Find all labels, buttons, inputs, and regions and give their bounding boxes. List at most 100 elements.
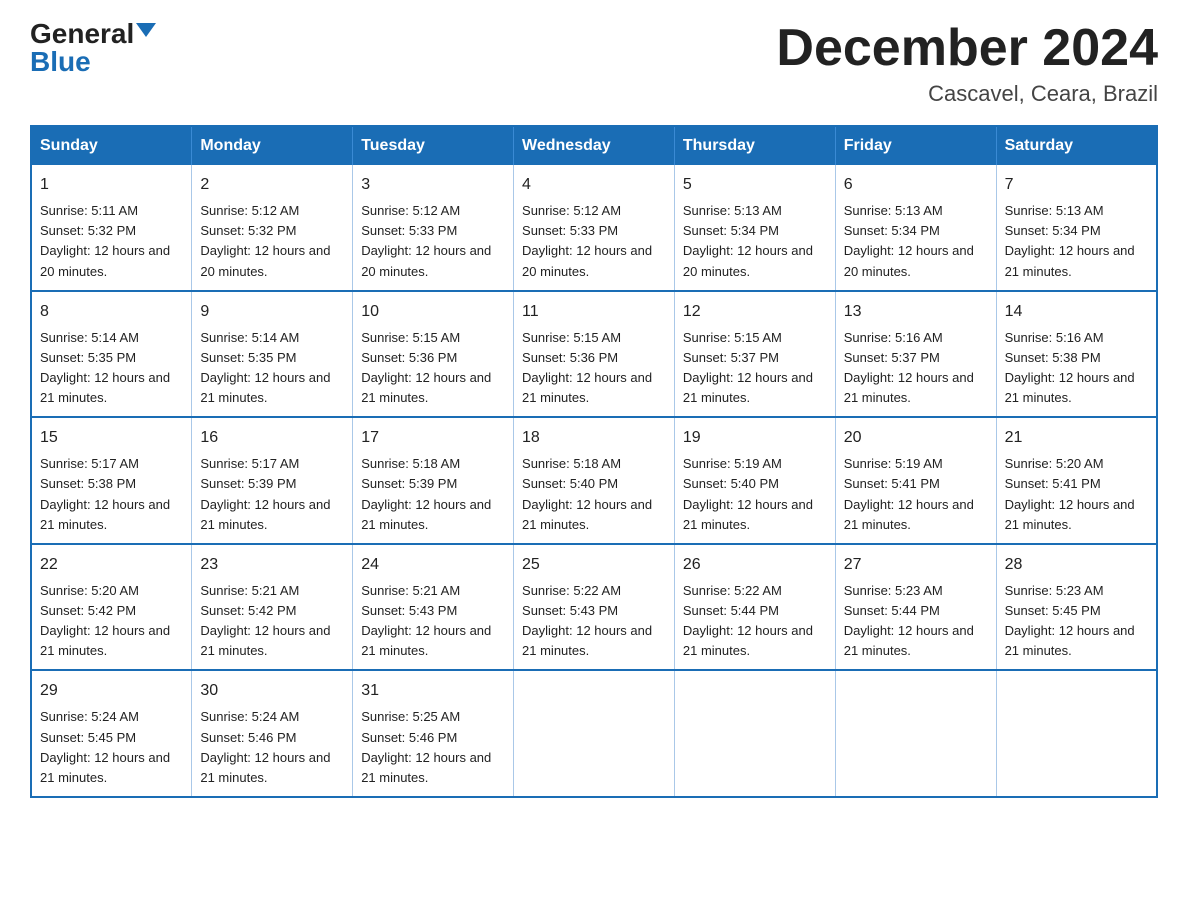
calendar-cell: 9 Sunrise: 5:14 AMSunset: 5:35 PMDayligh… xyxy=(192,291,353,418)
day-info: Sunrise: 5:17 AMSunset: 5:38 PMDaylight:… xyxy=(40,454,183,535)
day-info: Sunrise: 5:13 AMSunset: 5:34 PMDaylight:… xyxy=(1005,201,1148,282)
calendar-cell: 29 Sunrise: 5:24 AMSunset: 5:45 PMDaylig… xyxy=(31,670,192,797)
day-number: 4 xyxy=(522,173,666,197)
calendar-cell: 15 Sunrise: 5:17 AMSunset: 5:38 PMDaylig… xyxy=(31,417,192,544)
header-thursday: Thursday xyxy=(674,126,835,165)
day-info: Sunrise: 5:15 AMSunset: 5:36 PMDaylight:… xyxy=(522,328,666,409)
calendar-cell: 14 Sunrise: 5:16 AMSunset: 5:38 PMDaylig… xyxy=(996,291,1157,418)
calendar-cell: 17 Sunrise: 5:18 AMSunset: 5:39 PMDaylig… xyxy=(353,417,514,544)
calendar-cell xyxy=(996,670,1157,797)
week-row-2: 8 Sunrise: 5:14 AMSunset: 5:35 PMDayligh… xyxy=(31,291,1157,418)
day-info: Sunrise: 5:14 AMSunset: 5:35 PMDaylight:… xyxy=(200,328,344,409)
logo-blue: Blue xyxy=(30,48,91,76)
day-info: Sunrise: 5:23 AMSunset: 5:45 PMDaylight:… xyxy=(1005,581,1148,662)
day-number: 30 xyxy=(200,679,344,703)
day-info: Sunrise: 5:19 AMSunset: 5:41 PMDaylight:… xyxy=(844,454,988,535)
day-info: Sunrise: 5:21 AMSunset: 5:42 PMDaylight:… xyxy=(200,581,344,662)
day-info: Sunrise: 5:17 AMSunset: 5:39 PMDaylight:… xyxy=(200,454,344,535)
calendar-cell xyxy=(835,670,996,797)
day-number: 13 xyxy=(844,300,988,324)
day-info: Sunrise: 5:11 AMSunset: 5:32 PMDaylight:… xyxy=(40,201,183,282)
day-info: Sunrise: 5:18 AMSunset: 5:40 PMDaylight:… xyxy=(522,454,666,535)
day-info: Sunrise: 5:15 AMSunset: 5:36 PMDaylight:… xyxy=(361,328,505,409)
header-sunday: Sunday xyxy=(31,126,192,165)
header-tuesday: Tuesday xyxy=(353,126,514,165)
header-wednesday: Wednesday xyxy=(514,126,675,165)
logo: General Blue xyxy=(30,20,156,76)
calendar-cell: 7 Sunrise: 5:13 AMSunset: 5:34 PMDayligh… xyxy=(996,165,1157,291)
calendar-cell: 26 Sunrise: 5:22 AMSunset: 5:44 PMDaylig… xyxy=(674,544,835,671)
day-number: 11 xyxy=(522,300,666,324)
calendar-header: SundayMondayTuesdayWednesdayThursdayFrid… xyxy=(31,126,1157,165)
calendar-cell: 1 Sunrise: 5:11 AMSunset: 5:32 PMDayligh… xyxy=(31,165,192,291)
day-number: 21 xyxy=(1005,426,1148,450)
calendar-cell: 31 Sunrise: 5:25 AMSunset: 5:46 PMDaylig… xyxy=(353,670,514,797)
day-number: 20 xyxy=(844,426,988,450)
day-number: 15 xyxy=(40,426,183,450)
header-friday: Friday xyxy=(835,126,996,165)
day-info: Sunrise: 5:24 AMSunset: 5:45 PMDaylight:… xyxy=(40,707,183,788)
day-number: 2 xyxy=(200,173,344,197)
day-number: 6 xyxy=(844,173,988,197)
day-number: 28 xyxy=(1005,553,1148,577)
calendar-table: SundayMondayTuesdayWednesdayThursdayFrid… xyxy=(30,125,1158,798)
calendar-cell: 28 Sunrise: 5:23 AMSunset: 5:45 PMDaylig… xyxy=(996,544,1157,671)
calendar-cell: 3 Sunrise: 5:12 AMSunset: 5:33 PMDayligh… xyxy=(353,165,514,291)
day-info: Sunrise: 5:18 AMSunset: 5:39 PMDaylight:… xyxy=(361,454,505,535)
day-info: Sunrise: 5:21 AMSunset: 5:43 PMDaylight:… xyxy=(361,581,505,662)
day-number: 23 xyxy=(200,553,344,577)
calendar-cell: 6 Sunrise: 5:13 AMSunset: 5:34 PMDayligh… xyxy=(835,165,996,291)
calendar-cell: 11 Sunrise: 5:15 AMSunset: 5:36 PMDaylig… xyxy=(514,291,675,418)
title-area: December 2024 Cascavel, Ceara, Brazil xyxy=(776,20,1158,107)
calendar-cell: 23 Sunrise: 5:21 AMSunset: 5:42 PMDaylig… xyxy=(192,544,353,671)
day-number: 10 xyxy=(361,300,505,324)
logo-triangle-icon xyxy=(136,23,156,37)
day-number: 24 xyxy=(361,553,505,577)
day-number: 29 xyxy=(40,679,183,703)
calendar-cell xyxy=(674,670,835,797)
calendar-cell: 5 Sunrise: 5:13 AMSunset: 5:34 PMDayligh… xyxy=(674,165,835,291)
day-number: 25 xyxy=(522,553,666,577)
calendar-body: 1 Sunrise: 5:11 AMSunset: 5:32 PMDayligh… xyxy=(31,165,1157,797)
day-info: Sunrise: 5:22 AMSunset: 5:43 PMDaylight:… xyxy=(522,581,666,662)
calendar-cell: 13 Sunrise: 5:16 AMSunset: 5:37 PMDaylig… xyxy=(835,291,996,418)
calendar-cell: 4 Sunrise: 5:12 AMSunset: 5:33 PMDayligh… xyxy=(514,165,675,291)
location-subtitle: Cascavel, Ceara, Brazil xyxy=(776,81,1158,107)
day-number: 1 xyxy=(40,173,183,197)
header-saturday: Saturday xyxy=(996,126,1157,165)
day-info: Sunrise: 5:15 AMSunset: 5:37 PMDaylight:… xyxy=(683,328,827,409)
day-info: Sunrise: 5:23 AMSunset: 5:44 PMDaylight:… xyxy=(844,581,988,662)
week-row-3: 15 Sunrise: 5:17 AMSunset: 5:38 PMDaylig… xyxy=(31,417,1157,544)
header-monday: Monday xyxy=(192,126,353,165)
day-number: 7 xyxy=(1005,173,1148,197)
day-number: 31 xyxy=(361,679,505,703)
day-number: 12 xyxy=(683,300,827,324)
day-number: 26 xyxy=(683,553,827,577)
week-row-5: 29 Sunrise: 5:24 AMSunset: 5:45 PMDaylig… xyxy=(31,670,1157,797)
day-number: 5 xyxy=(683,173,827,197)
calendar-cell: 10 Sunrise: 5:15 AMSunset: 5:36 PMDaylig… xyxy=(353,291,514,418)
day-number: 22 xyxy=(40,553,183,577)
day-number: 14 xyxy=(1005,300,1148,324)
day-number: 18 xyxy=(522,426,666,450)
calendar-cell xyxy=(514,670,675,797)
logo-general: General xyxy=(30,20,134,48)
calendar-cell: 16 Sunrise: 5:17 AMSunset: 5:39 PMDaylig… xyxy=(192,417,353,544)
day-number: 8 xyxy=(40,300,183,324)
calendar-cell: 19 Sunrise: 5:19 AMSunset: 5:40 PMDaylig… xyxy=(674,417,835,544)
day-info: Sunrise: 5:12 AMSunset: 5:33 PMDaylight:… xyxy=(522,201,666,282)
day-number: 16 xyxy=(200,426,344,450)
week-row-1: 1 Sunrise: 5:11 AMSunset: 5:32 PMDayligh… xyxy=(31,165,1157,291)
calendar-cell: 22 Sunrise: 5:20 AMSunset: 5:42 PMDaylig… xyxy=(31,544,192,671)
day-info: Sunrise: 5:20 AMSunset: 5:41 PMDaylight:… xyxy=(1005,454,1148,535)
calendar-cell: 25 Sunrise: 5:22 AMSunset: 5:43 PMDaylig… xyxy=(514,544,675,671)
day-info: Sunrise: 5:12 AMSunset: 5:32 PMDaylight:… xyxy=(200,201,344,282)
day-info: Sunrise: 5:13 AMSunset: 5:34 PMDaylight:… xyxy=(844,201,988,282)
day-info: Sunrise: 5:20 AMSunset: 5:42 PMDaylight:… xyxy=(40,581,183,662)
calendar-cell: 20 Sunrise: 5:19 AMSunset: 5:41 PMDaylig… xyxy=(835,417,996,544)
header-row: SundayMondayTuesdayWednesdayThursdayFrid… xyxy=(31,126,1157,165)
calendar-cell: 24 Sunrise: 5:21 AMSunset: 5:43 PMDaylig… xyxy=(353,544,514,671)
month-title: December 2024 xyxy=(776,20,1158,77)
calendar-cell: 2 Sunrise: 5:12 AMSunset: 5:32 PMDayligh… xyxy=(192,165,353,291)
day-number: 17 xyxy=(361,426,505,450)
